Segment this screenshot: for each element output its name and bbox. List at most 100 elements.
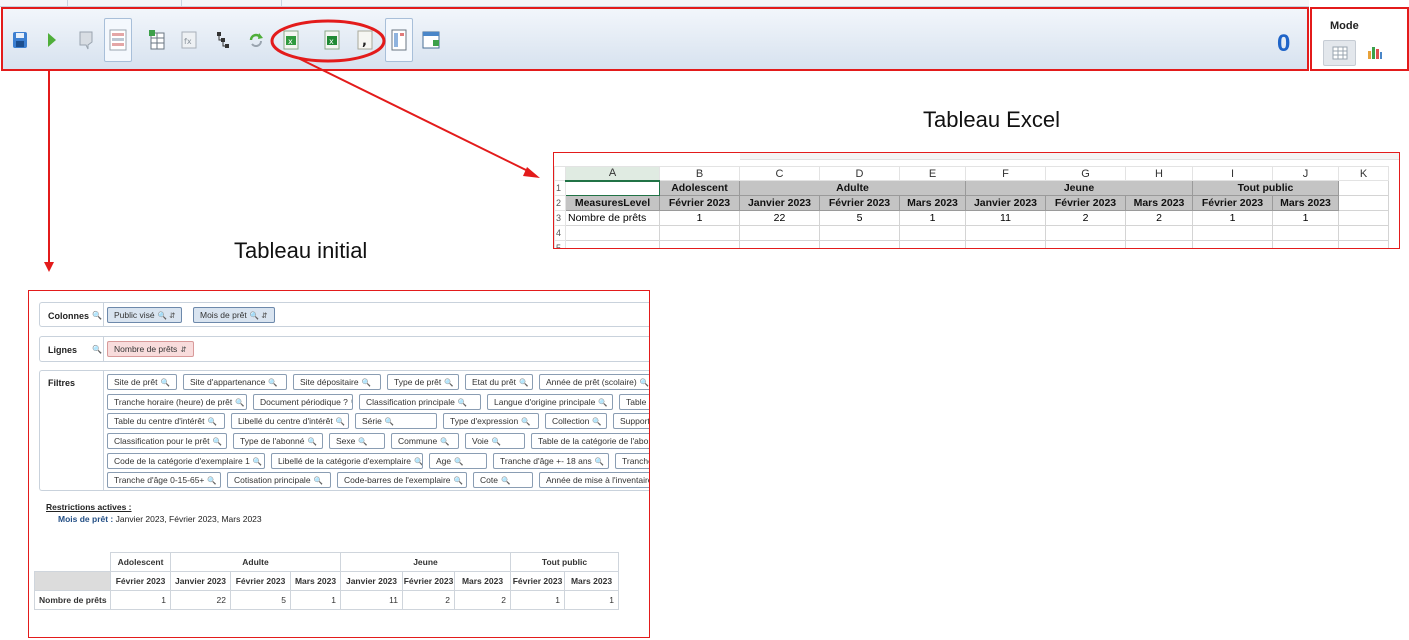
search-icon[interactable]: 🔍 bbox=[444, 378, 453, 387]
sheet-cell[interactable] bbox=[565, 240, 660, 248]
filter-chip[interactable]: Type de prêt 🔍 bbox=[387, 374, 459, 390]
column-header[interactable]: C bbox=[739, 166, 820, 181]
filter-chip[interactable]: Etat du prêt 🔍 bbox=[465, 374, 533, 390]
filter-chip[interactable]: Table de🔍 bbox=[619, 394, 649, 410]
search-icon[interactable]: 🔍 bbox=[207, 476, 216, 485]
search-icon[interactable]: 🔍 bbox=[385, 417, 394, 426]
column-header[interactable]: D bbox=[819, 166, 900, 181]
sheet-cell[interactable] bbox=[1272, 240, 1339, 248]
search-icon[interactable]: 🔍 bbox=[501, 476, 510, 485]
header-cell[interactable]: Février 2023 bbox=[1192, 195, 1273, 211]
sheet-cell[interactable] bbox=[1338, 195, 1389, 211]
search-icon[interactable]: 🔍 bbox=[492, 437, 501, 446]
data-cell[interactable]: 1 bbox=[659, 210, 740, 226]
filter-chip[interactable]: Classification pour le prêt 🔍 bbox=[107, 433, 227, 449]
search-icon[interactable]: 🔍 ⇵ bbox=[158, 311, 176, 320]
filter-chip[interactable]: Année de mise à l'inventaire🔍 bbox=[539, 472, 649, 488]
data-cell[interactable]: 2 bbox=[1045, 210, 1126, 226]
filter-chip[interactable]: Voie 🔍 bbox=[465, 433, 525, 449]
search-icon[interactable]: 🔍 bbox=[92, 345, 102, 354]
search-icon[interactable]: 🔍 bbox=[440, 437, 449, 446]
filter-chip[interactable]: Tranche d'âge +- 18 ans 🔍 bbox=[493, 453, 609, 469]
search-icon[interactable]: 🔍 bbox=[358, 437, 367, 446]
sheet-cell[interactable] bbox=[1125, 225, 1193, 241]
column-header[interactable]: F bbox=[965, 166, 1046, 181]
header-cell[interactable]: Février 2023 bbox=[1045, 195, 1126, 211]
sheet-cell[interactable] bbox=[1192, 225, 1273, 241]
data-cell[interactable]: 1 bbox=[1272, 210, 1339, 226]
filter-chip[interactable]: Commune 🔍 bbox=[391, 433, 459, 449]
column-header[interactable]: A bbox=[565, 166, 660, 182]
column-chip[interactable]: Public visé 🔍 ⇵ bbox=[107, 307, 183, 323]
sort-icon[interactable]: ⇵ bbox=[180, 345, 186, 354]
header-cell[interactable]: Mars 2023 bbox=[1125, 195, 1193, 211]
sheet-cell[interactable] bbox=[965, 225, 1046, 241]
filter-chip[interactable]: Age 🔍 bbox=[429, 453, 487, 469]
search-icon[interactable]: 🔍 bbox=[307, 437, 316, 446]
filter-chip[interactable]: Site dépositaire 🔍 bbox=[293, 374, 381, 390]
sheet-cell[interactable] bbox=[1045, 225, 1126, 241]
filter-chip[interactable]: Collection 🔍 bbox=[545, 413, 607, 429]
group-header-cell[interactable]: Adolescent bbox=[659, 180, 740, 196]
search-icon[interactable]: 🔍 bbox=[414, 457, 422, 466]
filter-chip[interactable]: Série 🔍 bbox=[355, 413, 437, 429]
search-icon[interactable]: 🔍 bbox=[454, 476, 463, 485]
row-chip[interactable]: Nombre de prêts ⇵ bbox=[107, 341, 194, 357]
column-header[interactable]: H bbox=[1125, 166, 1193, 181]
search-icon[interactable]: 🔍 bbox=[458, 398, 467, 407]
header-cell[interactable]: Janvier 2023 bbox=[965, 195, 1046, 211]
row-number[interactable]: 2 bbox=[554, 195, 566, 211]
sheet-cell[interactable] bbox=[819, 240, 900, 248]
filter-chip[interactable]: Année de prêt (scolaire) 🔍 bbox=[539, 374, 649, 390]
search-icon[interactable]: 🔍 bbox=[268, 378, 277, 387]
sheet-cell[interactable] bbox=[1338, 240, 1389, 248]
column-header[interactable]: G bbox=[1045, 166, 1126, 181]
search-icon[interactable]: 🔍 bbox=[595, 457, 604, 466]
filter-chip[interactable]: Langue d'origine principale 🔍 bbox=[487, 394, 613, 410]
filter-chip[interactable]: Table du centre d'intérêt 🔍 bbox=[107, 413, 225, 429]
filter-chip[interactable]: Site de prêt 🔍 bbox=[107, 374, 177, 390]
header-cell[interactable]: Février 2023 bbox=[819, 195, 900, 211]
sheet-cell[interactable] bbox=[1338, 210, 1389, 226]
search-icon[interactable]: 🔍 bbox=[640, 378, 649, 387]
search-icon[interactable]: 🔍 bbox=[519, 378, 528, 387]
column-header[interactable]: E bbox=[899, 166, 966, 181]
sheet-cell[interactable] bbox=[1338, 225, 1389, 241]
column-header[interactable]: K bbox=[1338, 166, 1389, 181]
filter-chip[interactable]: Cote 🔍 bbox=[473, 472, 533, 488]
select-all-corner[interactable] bbox=[554, 166, 566, 181]
filter-chip[interactable]: Type d'expression 🔍 bbox=[443, 413, 539, 429]
sheet-cell[interactable] bbox=[899, 240, 966, 248]
header-cell[interactable]: Février 2023 bbox=[659, 195, 740, 211]
filter-chip[interactable]: Support🔍 bbox=[613, 413, 649, 429]
selected-cell[interactable] bbox=[565, 180, 660, 196]
sheet-cell[interactable] bbox=[1192, 240, 1273, 248]
data-cell[interactable]: 1 bbox=[1192, 210, 1273, 226]
search-icon[interactable]: 🔍 bbox=[521, 417, 530, 426]
column-header[interactable]: I bbox=[1192, 166, 1273, 181]
row-number[interactable]: 1 bbox=[554, 180, 566, 196]
search-icon[interactable]: 🔍 bbox=[336, 417, 345, 426]
filter-chip[interactable]: Type de l'abonné 🔍 bbox=[233, 433, 323, 449]
header-cell[interactable]: Janvier 2023 bbox=[739, 195, 820, 211]
sheet-cell[interactable] bbox=[1272, 225, 1339, 241]
sheet-cell[interactable] bbox=[1045, 240, 1126, 248]
sheet-cell[interactable] bbox=[659, 240, 740, 248]
filter-chip[interactable]: Libellé de la catégorie d'exemplaire 🔍 bbox=[271, 453, 423, 469]
data-cell[interactable]: 1 bbox=[899, 210, 966, 226]
header-cell[interactable]: MeasuresLevel bbox=[565, 195, 660, 211]
sheet-cell[interactable] bbox=[819, 225, 900, 241]
data-cell[interactable]: 2 bbox=[1125, 210, 1193, 226]
column-chip[interactable]: Mois de prêt 🔍 ⇵ bbox=[193, 307, 275, 323]
row-number[interactable]: 3 bbox=[554, 210, 566, 226]
search-icon[interactable]: 🔍 bbox=[92, 311, 102, 320]
filter-chip[interactable]: Site d'appartenance 🔍 bbox=[183, 374, 287, 390]
filter-chip[interactable]: Tranche d'âge 0-15-65+ 🔍 bbox=[107, 472, 221, 488]
data-cell[interactable]: 5 bbox=[819, 210, 900, 226]
search-icon[interactable]: 🔍 bbox=[351, 398, 352, 407]
filter-chip[interactable]: Tranche d🔍 bbox=[615, 453, 649, 469]
filter-chip[interactable]: Classification principale 🔍 bbox=[359, 394, 481, 410]
sheet-cell[interactable] bbox=[739, 225, 820, 241]
search-icon[interactable]: 🔍 bbox=[454, 457, 463, 466]
search-icon[interactable]: 🔍 bbox=[212, 437, 221, 446]
